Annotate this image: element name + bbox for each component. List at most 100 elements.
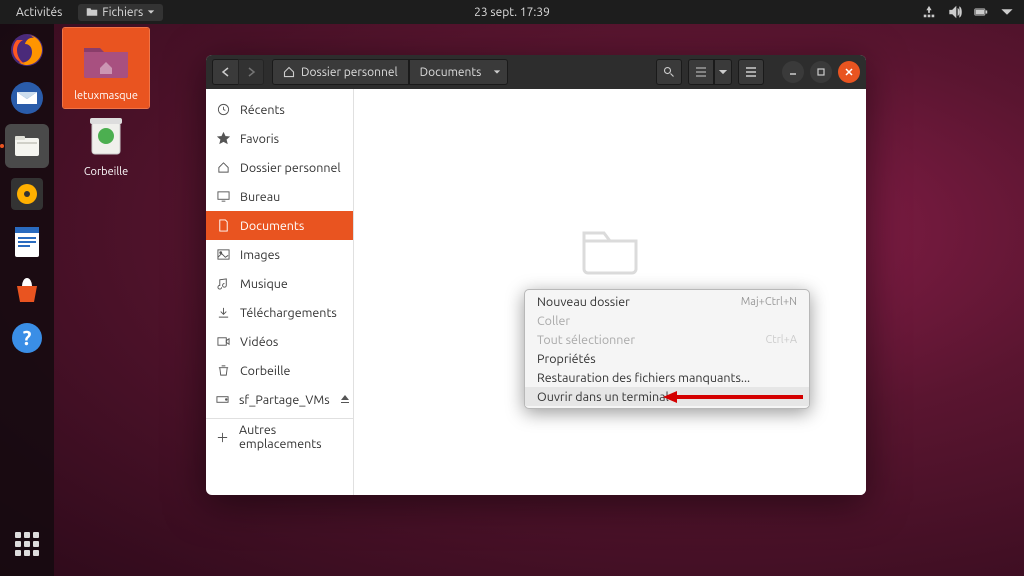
trash-icon [86, 114, 126, 158]
app-menu[interactable]: Fichiers [78, 4, 163, 21]
desktop-icon-label: letuxmasque [63, 90, 149, 102]
eject-icon[interactable] [340, 394, 350, 404]
desktop-icon [217, 190, 230, 203]
sidebar-item-downloads[interactable]: Téléchargements [206, 298, 353, 327]
empty-folder-icon [578, 219, 642, 279]
dock-files[interactable] [5, 124, 49, 168]
chevron-down-icon [719, 68, 727, 76]
activities-button[interactable]: Activités [8, 4, 70, 21]
dock-thunderbird[interactable] [5, 76, 49, 120]
image-icon [217, 248, 230, 261]
dock-firefox[interactable] [5, 28, 49, 72]
ctx-properties[interactable]: Propriétés [525, 349, 809, 368]
forward-button[interactable] [238, 59, 264, 85]
sidebar-label: sf_Partage_VMs [239, 393, 330, 407]
sidebar-item-shared[interactable]: sf_Partage_VMs [206, 385, 353, 414]
home-icon [217, 161, 230, 174]
titlebar[interactable]: Dossier personnel Documents [206, 55, 866, 89]
sidebar-label: Récents [240, 103, 285, 117]
folder-icon [86, 6, 98, 18]
sidebar: Récents Favoris Dossier personnel Bureau… [206, 89, 354, 495]
search-button[interactable] [656, 59, 682, 85]
desktop-icon-trash[interactable]: Corbeille [63, 106, 149, 178]
ctx-label: Ouvrir dans un terminal [537, 390, 669, 404]
dock-software[interactable] [5, 268, 49, 312]
ctx-label: Propriétés [537, 352, 596, 366]
sidebar-item-pictures[interactable]: Images [206, 240, 353, 269]
ctx-label: Nouveau dossier [537, 295, 630, 309]
ctx-shortcut: Maj+Ctrl+N [741, 296, 797, 308]
dock-writer[interactable] [5, 220, 49, 264]
sidebar-item-desktop[interactable]: Bureau [206, 182, 353, 211]
chevron-down-icon [493, 68, 501, 76]
hamburger-menu[interactable] [738, 59, 764, 85]
dock-rhythmbox[interactable] [5, 172, 49, 216]
maximize-button[interactable] [810, 61, 832, 83]
top-panel: Activités Fichiers 23 sept. 17:39 [0, 0, 1024, 24]
chevron-down-icon [147, 8, 155, 16]
sidebar-label: Autres emplacements [239, 423, 343, 451]
ctx-restore[interactable]: Restauration des fichiers manquants... [525, 368, 809, 387]
music-icon [217, 277, 230, 290]
star-icon [217, 132, 230, 145]
drive-icon [216, 393, 229, 406]
minimize-button[interactable] [782, 61, 804, 83]
breadcrumb-home[interactable]: Dossier personnel [272, 59, 409, 85]
sidebar-item-other[interactable]: Autres emplacements [206, 418, 353, 451]
sidebar-label: Images [240, 248, 280, 262]
sidebar-label: Documents [240, 219, 304, 233]
sidebar-item-music[interactable]: Musique [206, 269, 353, 298]
sidebar-label: Vidéos [240, 335, 278, 349]
search-icon [663, 66, 675, 78]
dock-help[interactable]: ? [5, 316, 49, 360]
sidebar-item-videos[interactable]: Vidéos [206, 327, 353, 356]
document-icon [217, 219, 230, 232]
ctx-open-terminal[interactable]: Ouvrir dans un terminal [525, 387, 809, 406]
sidebar-label: Téléchargements [240, 306, 337, 320]
annotation-arrow [663, 390, 803, 404]
breadcrumb-label: Documents [420, 66, 482, 79]
folder-home-icon [82, 40, 130, 80]
trash-icon [217, 364, 230, 377]
sidebar-label: Favoris [240, 132, 279, 146]
ctx-new-folder[interactable]: Nouveau dossier Maj+Ctrl+N [525, 292, 809, 311]
context-menu: Nouveau dossier Maj+Ctrl+N Coller Tout sé… [524, 289, 810, 409]
sidebar-item-home[interactable]: Dossier personnel [206, 153, 353, 182]
clock[interactable]: 23 sept. 17:39 [474, 6, 550, 19]
sidebar-label: Corbeille [240, 364, 290, 378]
download-icon [217, 306, 230, 319]
close-button[interactable] [838, 61, 860, 83]
ctx-paste: Coller [525, 311, 809, 330]
clock-icon [217, 103, 230, 116]
breadcrumb-current[interactable]: Documents [409, 59, 509, 85]
desktop-icon-label: Corbeille [63, 166, 149, 178]
sidebar-item-trash[interactable]: Corbeille [206, 356, 353, 385]
plus-icon [216, 431, 229, 444]
show-applications[interactable] [5, 522, 49, 566]
sidebar-item-recent[interactable]: Récents [206, 95, 353, 124]
chevron-down-icon[interactable] [1000, 5, 1014, 19]
view-options-button[interactable] [714, 59, 732, 85]
menu-icon [745, 66, 757, 78]
breadcrumb-label: Dossier personnel [301, 66, 398, 79]
volume-icon[interactable] [948, 5, 962, 19]
desktop-icon-home[interactable]: letuxmasque [63, 28, 149, 108]
battery-icon[interactable] [974, 5, 988, 19]
sidebar-item-starred[interactable]: Favoris [206, 124, 353, 153]
video-icon [217, 335, 230, 348]
sidebar-label: Bureau [240, 190, 280, 204]
network-icon[interactable] [922, 5, 936, 19]
breadcrumb: Dossier personnel Documents [272, 59, 508, 85]
svg-text:?: ? [23, 326, 32, 349]
home-icon [283, 66, 295, 78]
ctx-label: Tout sélectionner [537, 333, 635, 347]
files-window: Dossier personnel Documents Récents Favo… [206, 55, 866, 495]
sidebar-item-documents[interactable]: Documents [206, 211, 353, 240]
dock: ? [0, 24, 54, 576]
sidebar-label: Dossier personnel [240, 161, 341, 175]
back-button[interactable] [212, 59, 238, 85]
app-menu-label: Fichiers [102, 6, 143, 19]
list-icon [695, 66, 707, 78]
ctx-select-all: Tout sélectionnerCtrl+A [525, 330, 809, 349]
view-list-button[interactable] [688, 59, 714, 85]
